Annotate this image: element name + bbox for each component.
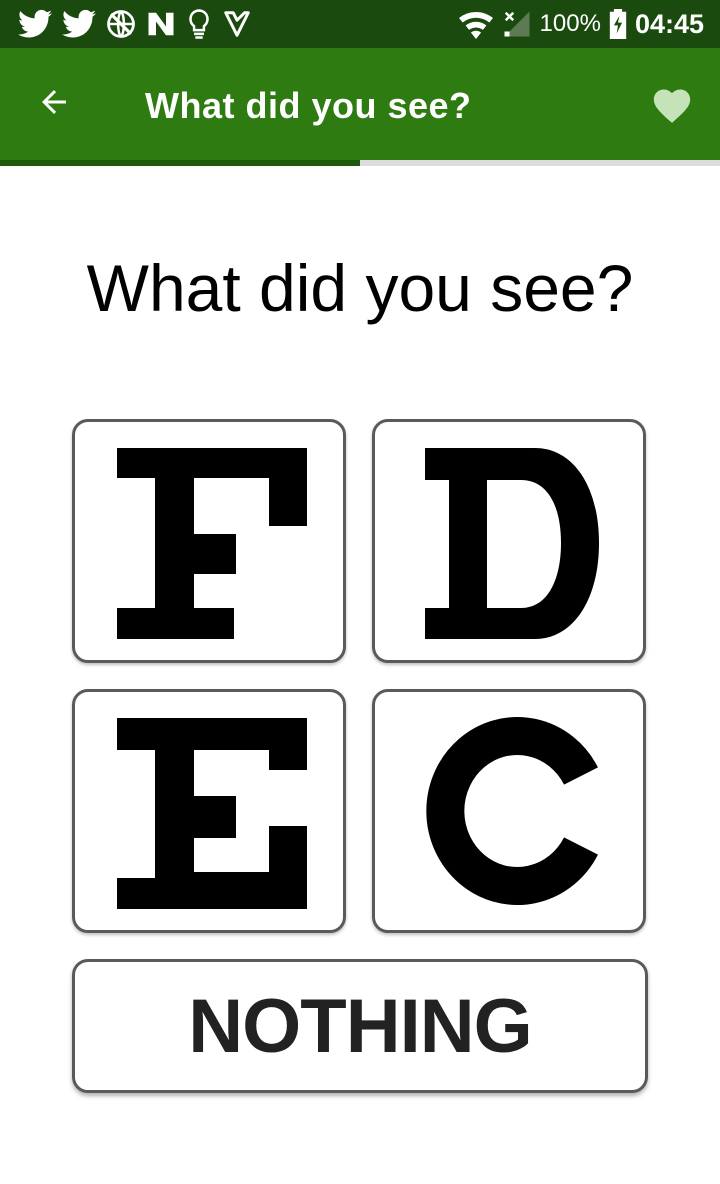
- choice-letter-f[interactable]: [72, 419, 346, 663]
- question-heading: What did you see?: [86, 251, 634, 325]
- wifi-icon: [458, 9, 494, 39]
- twitter-icon: [62, 9, 96, 39]
- app-bar-title: What did you see?: [145, 85, 472, 126]
- cell-signal-icon: [502, 9, 532, 39]
- progress-bar-fill: [0, 160, 360, 166]
- choice-letter-d[interactable]: [372, 419, 646, 663]
- favorite-button[interactable]: [648, 82, 696, 130]
- letter-e-optotype: [117, 718, 307, 909]
- letter-c-optotype: [426, 717, 598, 905]
- checkmark-app-icon: [222, 9, 252, 39]
- heart-icon: [650, 84, 694, 129]
- battery-charging-icon: [609, 9, 627, 39]
- battery-percent: 100%: [539, 10, 601, 37]
- letter-f-optotype: [117, 448, 307, 639]
- arrow-left-icon: [36, 84, 72, 125]
- choice-letter-e[interactable]: [72, 689, 346, 933]
- n-app-icon: [146, 9, 176, 39]
- app-bar: What did you see?: [0, 48, 720, 160]
- globe-icon: [106, 9, 136, 39]
- letter-d-optotype: [425, 448, 599, 639]
- twitter-icon: [18, 9, 52, 39]
- clock: 04:45: [634, 8, 704, 39]
- nothing-button[interactable]: NOTHING: [72, 959, 648, 1093]
- progress-bar: [0, 160, 720, 166]
- lightbulb-icon: [186, 8, 212, 40]
- notification-icons: [18, 6, 252, 42]
- back-button[interactable]: [30, 80, 78, 128]
- choice-letter-c[interactable]: [372, 689, 646, 933]
- status-bar: 100% 04:45: [0, 0, 720, 48]
- system-status: 100% 04:45: [458, 0, 704, 48]
